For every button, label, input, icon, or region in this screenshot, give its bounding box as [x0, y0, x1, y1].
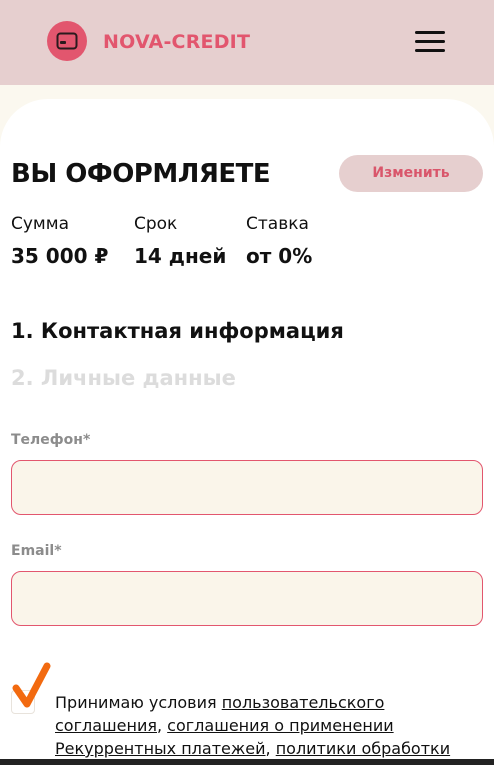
term-value: 14 дней [134, 244, 227, 268]
consent-text: Принимаю условия пользовательского согла… [55, 691, 485, 760]
consent-prefix: Принимаю условия [55, 693, 222, 712]
logo[interactable] [47, 21, 87, 61]
email-input[interactable] [11, 571, 483, 626]
phone-input[interactable] [11, 460, 483, 515]
change-button[interactable]: Изменить [339, 155, 483, 192]
consent-separator: , [265, 739, 276, 758]
checkmark-icon [12, 662, 51, 708]
amount-label: Сумма [11, 214, 69, 234]
email-label: Email* [11, 543, 62, 559]
rate-label: Ставка [246, 214, 309, 234]
rate-value: от 0% [246, 244, 313, 268]
phone-label: Телефон* [11, 432, 91, 448]
step-contact-info: 1. Контактная информация [11, 319, 344, 343]
amount-value: 35 000 ₽ [11, 244, 109, 268]
brand-name[interactable]: NOVA-CREDIT [103, 30, 250, 54]
page-title: ВЫ ОФОРМЛЯЕТЕ [11, 159, 271, 189]
bottom-edge [0, 759, 494, 765]
term-label: Срок [134, 214, 178, 234]
hamburger-menu-icon[interactable] [413, 28, 447, 54]
credit-card-icon [56, 32, 78, 50]
step-personal-data: 2. Личные данные [11, 366, 236, 390]
consent-separator: , [157, 716, 168, 735]
privacy-policy-link[interactable]: политики обработки [276, 739, 450, 758]
site-header: NOVA-CREDIT [0, 0, 494, 85]
